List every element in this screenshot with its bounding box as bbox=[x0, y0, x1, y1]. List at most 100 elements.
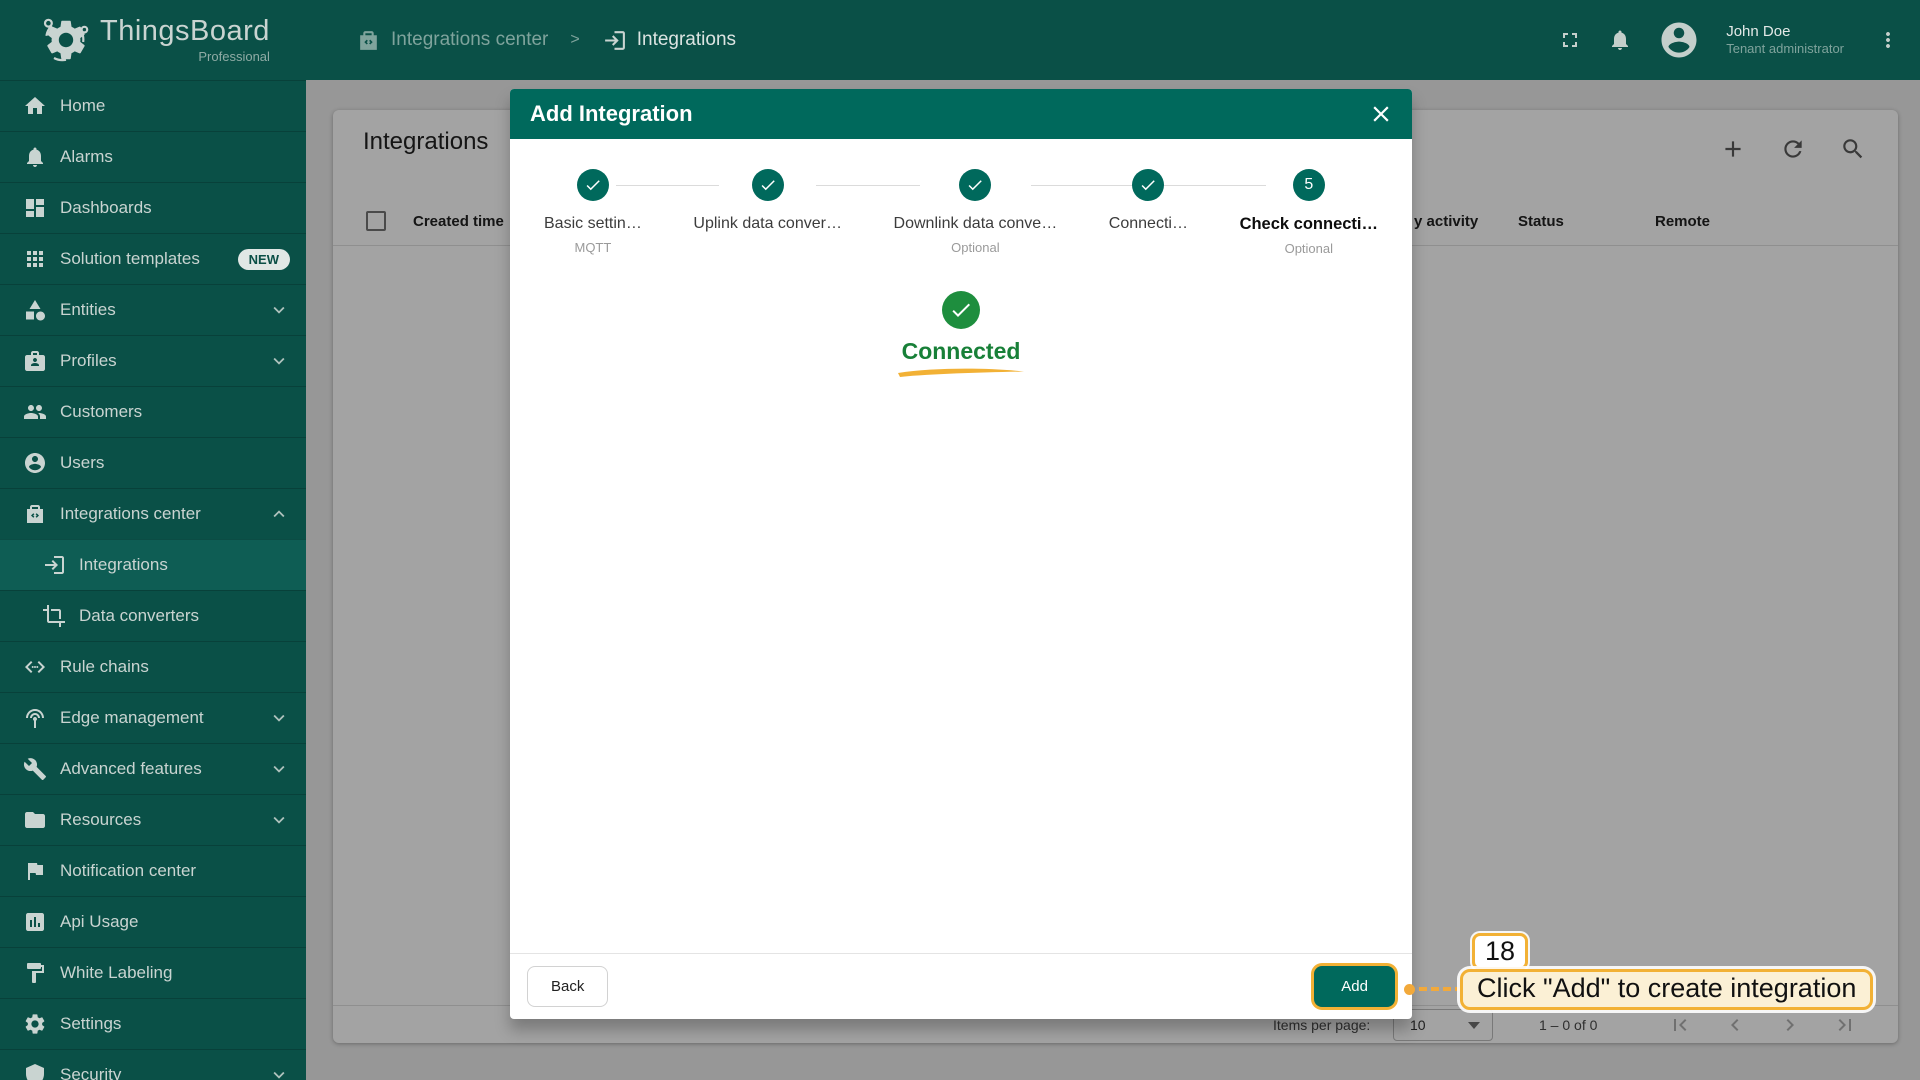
sidebar-item-settings[interactable]: Settings bbox=[0, 998, 306, 1049]
chevron-down-icon bbox=[273, 306, 285, 314]
step-label: Check connecti… bbox=[1239, 215, 1379, 233]
sidebar-item-label: Data converters bbox=[79, 606, 199, 625]
topbar-actions: John Doe Tenant administrator bbox=[1558, 19, 1920, 61]
sidebar-item-white-labeling[interactable]: White Labeling bbox=[0, 947, 306, 998]
sidebar-item-security[interactable]: Security bbox=[0, 1049, 306, 1080]
sidebar-item-users[interactable]: Users bbox=[0, 437, 306, 488]
app-edition: Professional bbox=[198, 48, 270, 64]
sidebar-item-customers[interactable]: Customers bbox=[0, 386, 306, 437]
profiles-icon bbox=[25, 351, 45, 371]
paint-roller-icon bbox=[27, 963, 44, 983]
sidebar-item-label: Security bbox=[60, 1065, 122, 1080]
chevron-down-icon bbox=[273, 765, 285, 773]
connection-status: Connected bbox=[510, 291, 1412, 378]
more-vert-icon[interactable] bbox=[1876, 28, 1900, 52]
status-badge: Connected bbox=[901, 338, 1021, 364]
breadcrumb-item[interactable]: Integrations center bbox=[391, 29, 548, 51]
thingsboard-logo-icon bbox=[43, 18, 89, 62]
new-badge: NEW bbox=[237, 248, 290, 270]
shield-icon bbox=[26, 1064, 44, 1080]
antenna-icon bbox=[26, 709, 44, 728]
sidebar-item-rule-chains[interactable]: Rule chains bbox=[0, 641, 306, 692]
add-integration-dialog: Add Integration Basic settin… MQTT Uplin… bbox=[510, 89, 1412, 1019]
apps-icon bbox=[27, 251, 43, 267]
breadcrumb-separator: > bbox=[570, 31, 580, 48]
sidebar-item-label: White Labeling bbox=[60, 963, 173, 982]
breadcrumb: Integrations center > Integrations bbox=[306, 28, 736, 53]
step-done-check-icon bbox=[959, 169, 992, 201]
sidebar-item-dashboards[interactable]: Dashboards bbox=[0, 182, 306, 233]
user-name: John Doe bbox=[1726, 22, 1791, 40]
sidebar-item-api-usage[interactable]: Api Usage bbox=[0, 896, 306, 947]
sidebar-item-entities[interactable]: Entities bbox=[0, 284, 306, 335]
sidebar-item-notification-center[interactable]: Notification center bbox=[0, 845, 306, 896]
sidebar-item-label: Rule chains bbox=[60, 657, 149, 676]
sidebar-item-label: Customers bbox=[60, 402, 143, 421]
step-label: Basic settin… bbox=[544, 215, 642, 232]
step-sublabel: Optional bbox=[1284, 241, 1333, 256]
fullscreen-icon[interactable] bbox=[1558, 28, 1582, 52]
sidebar-item-label: Notification center bbox=[60, 861, 197, 880]
sidebar-item-label: Edge management bbox=[60, 708, 204, 727]
sidebar-item-alarms[interactable]: Alarms bbox=[0, 131, 306, 182]
chevron-down-icon bbox=[273, 357, 285, 365]
sidebar-nav: Home Alarms Dashboards Solution template… bbox=[0, 80, 306, 1080]
sidebar-item-label: Advanced features bbox=[60, 759, 202, 778]
step-downlink-converter[interactable]: Downlink data conve… Optional bbox=[894, 169, 1057, 255]
logo: ThingsBoard Professional bbox=[0, 0, 306, 80]
sidebar-item-solution-templates[interactable]: Solution templates NEW bbox=[0, 233, 306, 284]
sidebar-item-label: Solution templates bbox=[60, 249, 200, 268]
home-icon bbox=[25, 97, 45, 114]
stepper: Basic settin… MQTT Uplink data conver… D… bbox=[510, 139, 1412, 256]
sidebar-item-label: Integrations bbox=[79, 555, 168, 574]
sidebar-item-integrations[interactable]: Integrations bbox=[0, 539, 306, 590]
entities-icon bbox=[26, 300, 45, 321]
sidebar-item-label: Api Usage bbox=[60, 912, 139, 931]
sidebar-item-profiles[interactable]: Profiles bbox=[0, 335, 306, 386]
chevron-down-icon bbox=[273, 714, 285, 722]
chevron-up-icon bbox=[273, 510, 285, 518]
user-menu[interactable]: John Doe Tenant administrator bbox=[1726, 22, 1844, 58]
sidebar-item-resources[interactable]: Resources bbox=[0, 794, 306, 845]
integrations-center-icon bbox=[27, 505, 43, 523]
app-window: ThingsBoard Professional Home Alarms Das… bbox=[0, 0, 1920, 1080]
flag-icon bbox=[28, 863, 43, 880]
integrations-icon bbox=[604, 30, 625, 50]
notifications-bell-icon[interactable] bbox=[1608, 28, 1632, 52]
step-done-check-icon bbox=[1132, 169, 1165, 201]
sidebar-item-label: Entities bbox=[60, 300, 116, 319]
dialog-footer: Back Add bbox=[510, 953, 1412, 1019]
sidebar-item-label: Alarms bbox=[60, 147, 113, 166]
sidebar-item-data-converters[interactable]: Data converters bbox=[0, 590, 306, 641]
sidebar-item-label: Integrations center bbox=[60, 504, 201, 523]
step-sublabel: MQTT bbox=[574, 240, 612, 255]
sidebar-item-label: Dashboards bbox=[60, 198, 152, 217]
annotation-tooltip: Click "Add" to create integration bbox=[1460, 969, 1874, 1010]
rule-chains-icon bbox=[25, 661, 45, 673]
sidebar: ThingsBoard Professional Home Alarms Das… bbox=[0, 0, 306, 1080]
avatar[interactable] bbox=[1658, 19, 1700, 61]
tools-icon bbox=[23, 758, 46, 780]
sidebar-item-advanced-features[interactable]: Advanced features bbox=[0, 743, 306, 794]
sidebar-item-integrations-center[interactable]: Integrations center bbox=[0, 488, 306, 539]
step-done-check-icon bbox=[751, 169, 784, 201]
breadcrumb-item-current[interactable]: Integrations bbox=[637, 29, 736, 51]
step-connection[interactable]: Connecti… bbox=[1109, 169, 1188, 253]
step-number: 5 bbox=[1292, 169, 1325, 201]
sidebar-item-label: Users bbox=[60, 453, 105, 472]
customers-icon bbox=[24, 405, 46, 419]
step-label: Uplink data conver… bbox=[693, 215, 842, 232]
back-button[interactable]: Back bbox=[527, 966, 609, 1007]
data-converters-icon bbox=[43, 605, 65, 627]
sidebar-item-home[interactable]: Home bbox=[0, 80, 306, 131]
close-icon[interactable] bbox=[1368, 101, 1394, 127]
topbar: Integrations center > Integrations John … bbox=[306, 0, 1920, 80]
add-button[interactable]: Add bbox=[1314, 966, 1395, 1007]
step-check-connection[interactable]: 5 Check connecti… Optional bbox=[1240, 169, 1378, 256]
sidebar-item-edge-management[interactable]: Edge management bbox=[0, 692, 306, 743]
annotation-step-number: 18 bbox=[1472, 933, 1529, 970]
step-uplink-converter[interactable]: Uplink data conver… bbox=[693, 169, 842, 253]
step-basic-settings[interactable]: Basic settin… MQTT bbox=[544, 169, 642, 255]
gear-icon bbox=[25, 1014, 45, 1034]
annotation-connector-dash bbox=[1419, 987, 1463, 991]
